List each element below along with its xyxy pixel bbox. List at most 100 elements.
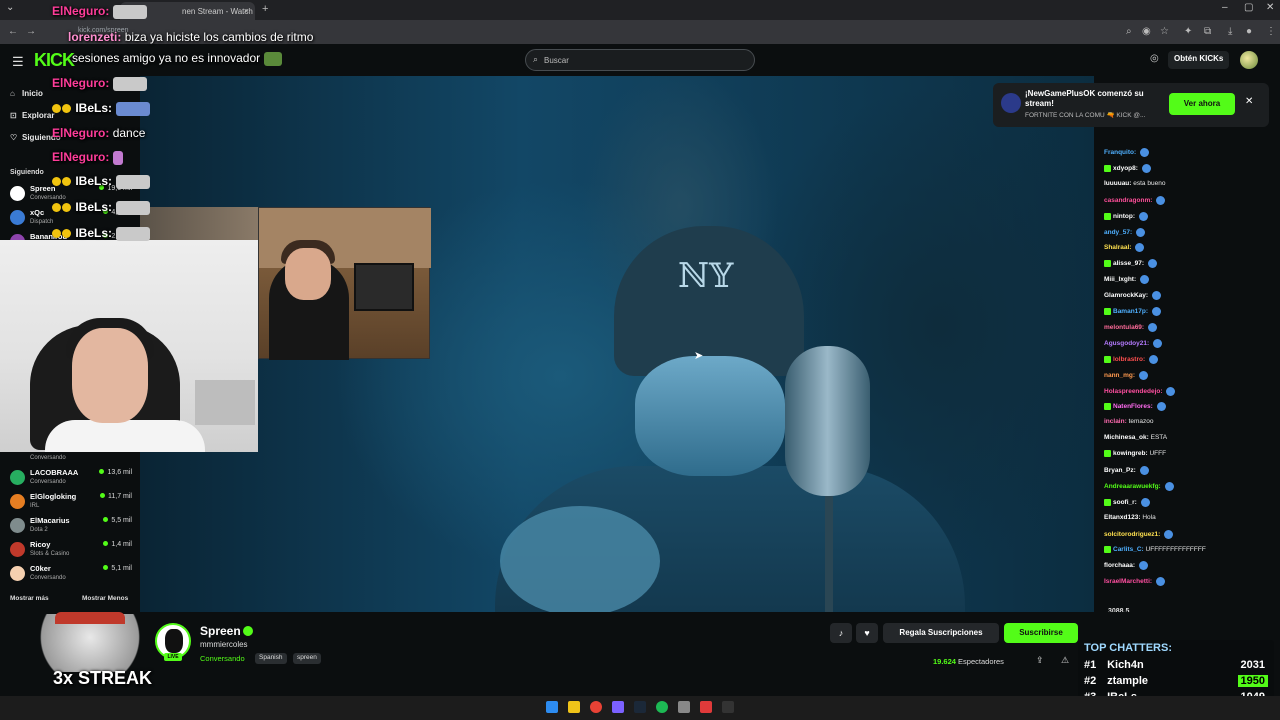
kick-logo[interactable]: KICK <box>34 50 75 71</box>
sidebar-channel[interactable]: ElGlogloking IRL 11,7 mil <box>10 492 132 514</box>
profile-icon[interactable]: ● <box>1246 26 1252 37</box>
overlay-chat-line: IBeLs: <box>52 226 151 241</box>
chat-message: Baman17p: <box>1104 307 1161 316</box>
chat-username[interactable]: Miii_lxght: <box>1104 276 1136 283</box>
close-icon[interactable]: ✕ <box>1245 96 1253 107</box>
chatter-name: ztample <box>1107 675 1149 687</box>
spotify-icon[interactable] <box>656 701 668 713</box>
chat-username[interactable]: Eltanxd123: <box>1104 514 1141 521</box>
report-icon[interactable]: ⚠ <box>1061 655 1069 666</box>
app-icon[interactable] <box>612 701 624 713</box>
chat-message: florchaaa: <box>1104 561 1148 571</box>
chat-username[interactable]: alisse_97: <box>1113 261 1144 268</box>
top-chatters-title: TOP CHATTERS: <box>1084 642 1173 654</box>
show-less-button[interactable]: Mostrar Menos <box>82 595 128 602</box>
badge-icon <box>62 104 71 114</box>
extensions-puzzle-icon[interactable]: ⧉ <box>1204 26 1211 37</box>
overlay-chat-message: sesiones amigo ya no es innovador <box>72 51 261 65</box>
chat-username[interactable]: NatenFlores: <box>1113 404 1153 411</box>
chat-username[interactable]: Andreaarawuekfg: <box>1104 483 1161 490</box>
emote-icon <box>1148 354 1158 364</box>
sidebar-channel[interactable]: LACOBRAAA Conversando 13,6 mil <box>10 468 132 490</box>
chat-message: soofi_r: <box>1104 497 1150 507</box>
search-input[interactable] <box>544 51 744 69</box>
streamer-name[interactable]: Spreen <box>200 624 241 638</box>
heart-icon[interactable]: ♥ <box>856 623 878 643</box>
extension-icon[interactable]: ✦ <box>1184 26 1192 37</box>
chat-username[interactable]: casandragonm: <box>1104 197 1152 204</box>
app-icon[interactable] <box>700 701 712 713</box>
show-more-button[interactable]: Mostrar más <box>10 595 49 602</box>
chat-username[interactable]: solcitorodriguez1: <box>1104 531 1160 538</box>
subscribe-button[interactable]: Suscribirse <box>1004 623 1078 643</box>
overlay-chat-line: ElNeguro: <box>52 150 124 165</box>
sidebar-channel[interactable]: Ricoy Slots & Casino 1,4 mil <box>10 540 132 562</box>
chat-username[interactable]: Michinesa_ok: <box>1104 434 1149 441</box>
chat-username[interactable]: Shalraal: <box>1104 245 1131 252</box>
chat-message: Andreaarawuekfg: <box>1104 481 1174 491</box>
forward-icon[interactable]: → <box>26 26 36 37</box>
new-tab-button[interactable]: + <box>262 3 268 15</box>
share-icon[interactable]: ⇪ <box>1036 655 1044 666</box>
chat-username[interactable]: lolbrastro: <box>1113 356 1145 363</box>
search-box[interactable]: ⌕ <box>525 49 755 71</box>
chat-username[interactable]: Baman17p: <box>1113 308 1148 315</box>
steam-icon[interactable] <box>634 701 646 713</box>
window-close-icon[interactable]: ✕ <box>1266 2 1274 13</box>
chat-username[interactable]: Franquito: <box>1104 149 1136 156</box>
chat-username[interactable]: IsraelMarchetti: <box>1104 579 1152 586</box>
chrome-icon[interactable] <box>590 701 602 713</box>
sidebar-item-home[interactable]: ⌂ Inicio <box>10 89 43 98</box>
back-icon[interactable]: ← <box>8 26 18 37</box>
gift-subs-button[interactable]: Regala Suscripciones <box>883 623 999 643</box>
menu-icon[interactable]: ☰ <box>12 54 24 70</box>
chat-username[interactable]: soofi_r: <box>1113 499 1137 506</box>
notifications-icon[interactable]: ◎ <box>1150 53 1159 64</box>
maximize-icon[interactable]: ▢ <box>1244 2 1253 13</box>
chat-username[interactable]: nann_mg: <box>1104 372 1135 379</box>
get-kicks-button[interactable]: Obtén KICKs <box>1168 51 1230 69</box>
overlay-chat-line: ElNeguro: dance <box>52 126 145 140</box>
stream-category[interactable]: Conversando <box>200 654 245 663</box>
chat-username[interactable]: Agusgodoy21: <box>1104 340 1149 347</box>
chat-message: NatenFlores: <box>1104 402 1166 412</box>
chat-username[interactable]: GlamrockKay: <box>1104 292 1148 299</box>
tab-menu-icon[interactable]: ⌄ <box>6 2 14 13</box>
chat-username[interactable]: Bryan_Pz: <box>1104 467 1136 474</box>
download-icon[interactable]: ⤓ <box>1228 26 1232 37</box>
chat-username[interactable]: luuuuau: <box>1104 180 1131 187</box>
webcam-secondary <box>258 207 431 360</box>
browser-menu-icon[interactable]: ⋮ <box>1266 26 1276 37</box>
chat-username[interactable]: florchaaa: <box>1104 563 1135 570</box>
chat-username[interactable]: inclain: <box>1104 418 1127 425</box>
chat-username[interactable]: xdyop8: <box>1113 165 1138 172</box>
viewer-count: 19.624 Espectadores <box>933 657 1004 666</box>
bookmark-star-icon[interactable]: ☆ <box>1160 26 1169 37</box>
minimize-icon[interactable]: – <box>1222 2 1228 13</box>
chat-username[interactable]: kowingreb: <box>1113 450 1148 457</box>
start-icon[interactable] <box>546 701 558 713</box>
overlay-chat-user: IBeLs: <box>75 226 113 240</box>
emote-icon <box>1140 497 1150 507</box>
sidebar-item-explore[interactable]: ⊡ Explorar <box>10 111 54 120</box>
chat-username[interactable]: Carlits_C: <box>1113 546 1144 553</box>
stream-tag[interactable]: Spanish <box>255 653 287 664</box>
chat-username[interactable]: Holaspreendedejo: <box>1104 388 1163 395</box>
zoom-icon[interactable]: ⌕ <box>1126 26 1132 37</box>
sidebar-channel[interactable]: ElMacarius Dota 2 5,5 mil <box>10 516 132 538</box>
sidebar-channel[interactable]: C0ker Conversando 5,1 mil <box>10 564 132 586</box>
user-avatar[interactable] <box>1240 51 1258 69</box>
chat-username[interactable]: andy_57: <box>1104 229 1132 236</box>
tab-close-icon[interactable]: × <box>244 6 249 16</box>
top-chatter-row: #2 ztample 1950 <box>1084 675 1270 690</box>
avatar <box>10 518 25 533</box>
settings-icon[interactable] <box>678 701 690 713</box>
bell-icon[interactable]: ♪ <box>830 623 852 643</box>
file-explorer-icon[interactable] <box>568 701 580 713</box>
chat-username[interactable]: nintop: <box>1113 213 1135 220</box>
stream-tag[interactable]: spreen <box>293 653 321 664</box>
watch-now-button[interactable]: Ver ahora <box>1169 93 1235 115</box>
eye-icon[interactable]: ◉ <box>1142 26 1151 37</box>
chat-username[interactable]: melontula69: <box>1104 324 1144 331</box>
obs-icon[interactable] <box>722 701 734 713</box>
